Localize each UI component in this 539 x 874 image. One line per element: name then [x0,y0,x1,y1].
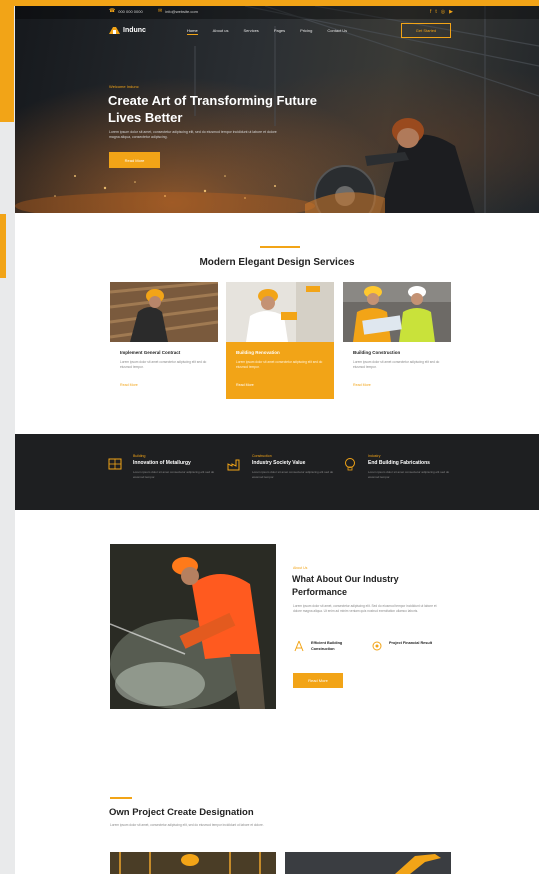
feature-eyebrow: Industry [368,454,381,458]
feature-title: Industry Society Value [252,460,306,466]
nav-menu: Home About us Services Pages Pricing Con… [187,28,347,35]
services-title: Modern Elegant Design Services [199,257,355,268]
services-eyebrow-line [260,246,300,248]
feature-description: Lorem ipsum dolor sit amet consectetur a… [368,470,450,479]
facebook-icon[interactable]: f [430,9,431,15]
about-point-label: Project Financial Result [389,641,433,645]
feature-description: Lorem ipsum dolor sit amet consectetur a… [252,470,334,479]
email-info[interactable]: ✉ info@website.com [158,8,198,14]
project-image[interactable] [110,852,276,874]
compass-icon [294,640,304,652]
feature-eyebrow: Building [133,454,146,458]
landing-page: ☎ 000 000 0000 ✉ info@website.com f t ◎ … [15,6,539,874]
instagram-icon[interactable]: ◎ [441,9,445,15]
service-image-contract [110,282,218,342]
service-card-highlighted[interactable]: Building Renovation Lorem ipsum dolor si… [226,282,334,399]
features-band: Building Innovation of Metallurgy Lorem … [15,434,539,510]
blueprint-icon [108,458,122,470]
feature-title: Innovation of Metallurgy [133,460,191,466]
service-description: Lorem ipsum dolor sit amet consectetur a… [353,360,440,369]
project-image[interactable] [285,852,451,874]
hero-title: Create Art of Transforming Future Lives … [108,93,317,125]
hero-description: Lorem ipsum dolor sit amet, consectetur … [109,130,277,139]
about-read-more-button[interactable]: Read More [293,673,343,688]
nav-item-services[interactable]: Services [243,28,258,35]
service-read-more-link[interactable]: Read More [236,383,254,387]
hero-worker-image [305,118,475,213]
about-title: What About Our Industry Performance [292,574,399,597]
service-image-renovation [226,282,334,342]
about-point-label: Efficient Building Construction [311,641,343,651]
service-name: Implement General Contract [120,350,181,355]
projects-description: Lorem ipsum dolor sit amet, consectetur … [110,823,264,827]
logo[interactable]: Indunc [109,26,146,34]
phone-info[interactable]: ☎ 000 000 0000 [109,8,143,14]
phone-text: 000 000 0000 [118,8,143,14]
service-name: Building Renovation [236,350,280,355]
email-text: info@website.com [165,8,198,14]
about-eyebrow: About Us [293,566,308,570]
hero-section: ☎ 000 000 0000 ✉ info@website.com f t ◎ … [15,6,539,213]
logo-text: Indunc [123,26,146,34]
service-card-body: Building Construction Lorem ipsum dolor … [343,342,451,399]
factory-icon [227,459,240,471]
service-description: Lorem ipsum dolor sit amet consectetur a… [120,360,207,369]
twitter-icon[interactable]: t [435,9,436,15]
feature-description: Lorem ipsum dolor sit amet consectetur a… [133,470,215,479]
nav-item-contact[interactable]: Contact Us [327,28,347,35]
service-read-more-link[interactable]: Read More [120,383,138,387]
service-name: Building Construction [353,350,401,355]
gear-icon [372,641,382,651]
nav-item-pricing[interactable]: Pricing [300,28,312,35]
nav-item-pages[interactable]: Pages [274,28,285,35]
lightbulb-icon [345,458,355,471]
feature-eyebrow: Construction [252,454,272,458]
hero-read-more-button[interactable]: Read More [109,152,160,168]
youtube-icon[interactable]: ▶ [449,9,453,15]
main-navigation: Indunc Home About us Services Pages Pric… [15,20,539,44]
get-started-button[interactable]: Get Started [401,23,451,38]
service-card-body: Building Renovation Lorem ipsum dolor si… [226,342,334,399]
service-image-construction [343,282,451,342]
about-point: Project Financial Result [371,640,437,652]
mail-icon: ✉ [158,8,163,14]
nav-item-home[interactable]: Home [187,28,198,35]
top-info-bar: ☎ 000 000 0000 ✉ info@website.com f t ◎ … [15,6,539,19]
hero-eyebrow: Welcome Indunc [109,84,139,89]
service-card[interactable]: Implement General Contract Lorem ipsum d… [110,282,218,399]
social-links: f t ◎ ▶ [430,9,453,15]
service-read-more-link[interactable]: Read More [353,383,371,387]
feature-item: Industry End Building Fabrications Lorem… [343,454,458,494]
left-accent-bar [0,0,14,122]
nav-item-about[interactable]: About us [213,28,229,35]
service-card[interactable]: Building Construction Lorem ipsum dolor … [343,282,451,399]
projects-title: Own Project Create Designation [109,807,254,818]
feature-title: End Building Fabrications [368,460,430,466]
about-worker-image [110,544,276,709]
phone-icon: ☎ [109,8,116,14]
crane-icon [109,27,120,34]
about-description: Lorem ipsum dolor sit amet, consectetur … [293,604,437,613]
service-card-body: Implement General Contract Lorem ipsum d… [110,342,218,399]
feature-item: Building Innovation of Metallurgy Lorem … [108,454,223,494]
service-description: Lorem ipsum dolor sit amet consectetur a… [236,360,323,369]
left-accent-tab [0,214,6,278]
feature-item: Construction Industry Society Value Lore… [227,454,342,494]
about-point: Efficient Building Construction [293,640,359,652]
projects-eyebrow-line [110,797,132,799]
